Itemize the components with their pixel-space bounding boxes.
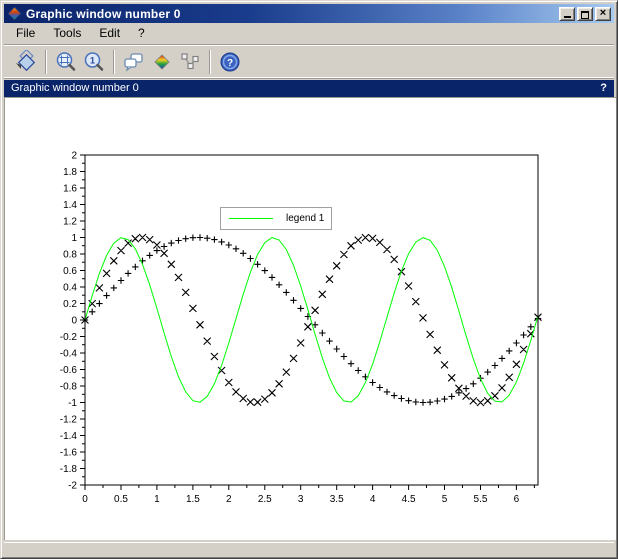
info-bar: Graphic window number 0 ?	[4, 80, 614, 97]
infobar-text: Graphic window number 0	[11, 80, 139, 97]
svg-text:1: 1	[90, 55, 95, 65]
zoom-reset-icon: 1	[82, 50, 106, 74]
svg-text:-1.6: -1.6	[60, 448, 78, 459]
svg-text:-1.2: -1.2	[60, 415, 78, 426]
status-bar	[4, 542, 614, 557]
svg-text:1: 1	[154, 494, 160, 505]
svg-text:-1.4: -1.4	[60, 431, 78, 442]
maximize-icon	[581, 11, 589, 19]
rotate-icon	[14, 50, 38, 74]
svg-text:3.5: 3.5	[330, 494, 344, 505]
plot-axes: 0 0.5 1 1.5 2 2.5 3 3.5 4 4.5 5 5.5 6 2 1.8 1.6 1.4 1.2 1 0…	[4, 97, 616, 540]
svg-text:1.8: 1.8	[63, 167, 77, 178]
legend-label: legend 1	[286, 213, 324, 224]
close-button[interactable]: ×	[595, 7, 611, 21]
svg-text:-1: -1	[68, 398, 77, 409]
svg-text:0.8: 0.8	[63, 250, 77, 261]
svg-text:0: 0	[82, 494, 88, 505]
legend-line-sample	[229, 218, 273, 219]
svg-text:1.6: 1.6	[63, 184, 77, 195]
infobar-help[interactable]: ?	[600, 80, 607, 97]
svg-text:5.5: 5.5	[474, 494, 488, 505]
svg-text:1.2: 1.2	[63, 217, 77, 228]
menu-help[interactable]: ?	[132, 24, 151, 42]
svg-text:4.5: 4.5	[402, 494, 416, 505]
svg-text:-0.6: -0.6	[60, 365, 78, 376]
toolbar-separator	[209, 50, 211, 74]
svg-text:4: 4	[370, 494, 376, 505]
zoom-reset-button[interactable]: 1	[80, 48, 108, 76]
window-controls: ×	[559, 7, 611, 21]
minimize-icon	[564, 16, 571, 18]
svg-text:1.4: 1.4	[63, 200, 77, 211]
window-title: Graphic window number 0	[26, 7, 559, 21]
colormap-icon	[150, 50, 174, 74]
menu-edit[interactable]: Edit	[93, 24, 126, 42]
svg-text:2: 2	[226, 494, 232, 505]
zoom-area-button[interactable]	[52, 48, 80, 76]
svg-text:0: 0	[71, 316, 77, 327]
svg-text:5: 5	[442, 494, 448, 505]
svg-text:1.5: 1.5	[186, 494, 200, 505]
datatip-button[interactable]	[176, 48, 204, 76]
datatip-icon	[178, 50, 202, 74]
svg-text:-0.2: -0.2	[60, 332, 78, 343]
svg-text:1: 1	[71, 233, 77, 244]
ged-dialog-button[interactable]	[120, 48, 148, 76]
minimize-button[interactable]	[559, 7, 575, 21]
maximize-button[interactable]	[577, 7, 593, 21]
svg-text:0.5: 0.5	[114, 494, 128, 505]
toolbar: 1	[4, 44, 614, 79]
svg-text:-0.8: -0.8	[60, 382, 78, 393]
legend-box: legend 1	[220, 207, 332, 230]
svg-text:3: 3	[298, 494, 304, 505]
toolbar-separator	[113, 50, 115, 74]
colormap-button[interactable]	[148, 48, 176, 76]
svg-text:0.2: 0.2	[63, 299, 77, 310]
svg-text:-1.8: -1.8	[60, 464, 78, 475]
menu-bar: File Tools Edit ?	[4, 23, 614, 43]
help-icon: ?	[218, 50, 242, 74]
scilab-app-icon	[7, 6, 22, 21]
toolbar-separator	[45, 50, 47, 74]
svg-text:2: 2	[71, 151, 77, 162]
menu-file[interactable]: File	[10, 24, 41, 42]
help-button[interactable]: ?	[216, 48, 244, 76]
ged-dialog-icon	[122, 50, 146, 74]
graphic-window: Graphic window number 0 × File Tools Edi…	[0, 0, 618, 559]
menu-tools[interactable]: Tools	[47, 24, 87, 42]
svg-text:0.6: 0.6	[63, 266, 77, 277]
plot-canvas[interactable]: 0 0.5 1 1.5 2 2.5 3 3.5 4 4.5 5 5.5 6 2 1.8 1.6 1.4 1.2 1 0…	[4, 97, 616, 540]
svg-text:6: 6	[514, 494, 520, 505]
svg-text:?: ?	[227, 58, 233, 69]
rotate-button[interactable]	[12, 48, 40, 76]
title-bar[interactable]: Graphic window number 0 ×	[4, 4, 614, 23]
zoom-area-icon	[54, 50, 78, 74]
svg-text:-0.4: -0.4	[60, 349, 78, 360]
svg-text:-2: -2	[68, 481, 77, 492]
svg-text:2.5: 2.5	[258, 494, 272, 505]
close-icon: ×	[600, 7, 606, 20]
svg-text:0.4: 0.4	[63, 283, 77, 294]
